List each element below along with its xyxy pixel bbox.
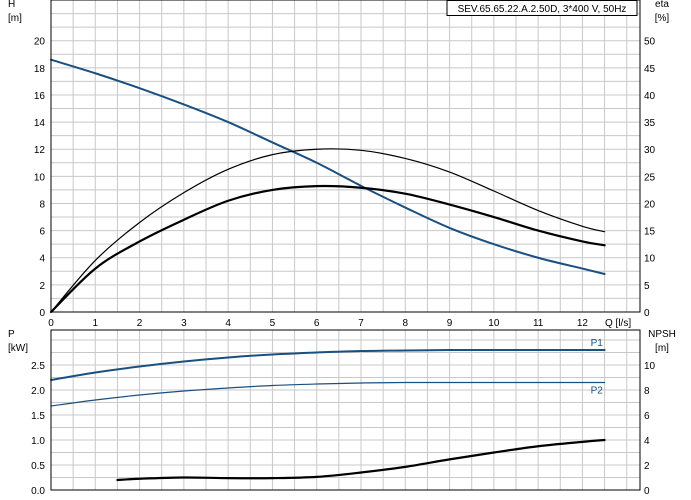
series-label-p2: P2	[591, 386, 604, 397]
x-tick-label: 3	[181, 318, 187, 329]
y-axis-label: H	[8, 0, 15, 10]
y-tick-label: 10	[34, 172, 46, 183]
y-tick-label: 0	[39, 308, 45, 319]
y-tick-label: 2.5	[31, 361, 45, 372]
y2-axis-label: eta	[655, 0, 669, 10]
x-tick-label: 9	[447, 318, 453, 329]
y2-tick-label: 6	[644, 411, 650, 422]
y2-tick-label: 25	[644, 172, 656, 183]
curve-layer	[49, 58, 606, 482]
y2-axis-unit: [%]	[655, 13, 670, 24]
y-axis-unit: [kW]	[8, 343, 28, 354]
y2-tick-label: 10	[644, 254, 656, 265]
y2-tick-label: 50	[644, 37, 656, 48]
y-tick-label: 4	[39, 254, 45, 265]
x-tick-label: 7	[358, 318, 364, 329]
y2-tick-label: 4	[644, 436, 650, 447]
y-tick-label: 1.0	[31, 436, 45, 447]
x-tick-label: 6	[314, 318, 320, 329]
y2-axis-unit: [m]	[655, 343, 669, 354]
y-tick-label: 16	[34, 91, 46, 102]
x-tick-label: 8	[403, 318, 409, 329]
y2-tick-label: 0	[644, 308, 650, 319]
y2-tick-label: 15	[644, 227, 656, 238]
y2-tick-label: 2	[644, 461, 650, 472]
x-tick-label: 12	[577, 318, 589, 329]
y-tick-label: 12	[34, 145, 46, 156]
x-tick-label: 0	[48, 318, 54, 329]
x-tick-label: 5	[270, 318, 276, 329]
y2-tick-label: 20	[644, 199, 656, 210]
y-axis-unit: [m]	[8, 13, 22, 24]
y2-tick-label: 40	[644, 91, 656, 102]
y2-tick-label: 30	[644, 145, 656, 156]
x-axis-label: Q [l/s]	[605, 318, 631, 329]
x-tick-label: 11	[533, 318, 544, 329]
y2-tick-label: 10	[644, 361, 656, 372]
y-tick-label: 18	[34, 64, 46, 75]
x-tick-label: 2	[137, 318, 143, 329]
series-line-0-2	[49, 184, 606, 314]
x-tick-label: 4	[225, 318, 231, 329]
y2-tick-label: 8	[644, 386, 650, 397]
y-axis-label: P	[8, 329, 15, 340]
y2-tick-label: 45	[644, 64, 656, 75]
y2-tick-label: 35	[644, 118, 656, 129]
chart-title: SEV.65.65.22.A.2.50D, 3*400 V, 50Hz	[458, 4, 627, 15]
x-tick-label: 1	[93, 318, 99, 329]
pump-performance-chart: 0246810121416182005101520253035404550H[m…	[8, 0, 676, 497]
series-label-p1: P1	[591, 338, 604, 349]
y2-axis-label: NPSH	[648, 329, 676, 340]
y-tick-label: 0.0	[31, 486, 45, 497]
y-tick-label: 1.5	[31, 411, 45, 422]
y-tick-label: 2.0	[31, 386, 45, 397]
y-tick-label: 20	[34, 37, 46, 48]
grid-lines	[51, 0, 640, 490]
y2-tick-label: 5	[644, 281, 650, 292]
y-tick-label: 0.5	[31, 461, 45, 472]
y2-tick-label: 0	[644, 486, 650, 497]
y-tick-label: 2	[39, 281, 45, 292]
x-tick-label: 10	[488, 318, 500, 329]
y-tick-label: 8	[39, 199, 45, 210]
y-tick-label: 14	[34, 118, 46, 129]
series-line-0-0	[50, 58, 606, 276]
title-box: SEV.65.65.22.A.2.50D, 3*400 V, 50Hz	[446, 0, 638, 16]
y-tick-label: 6	[39, 227, 45, 238]
